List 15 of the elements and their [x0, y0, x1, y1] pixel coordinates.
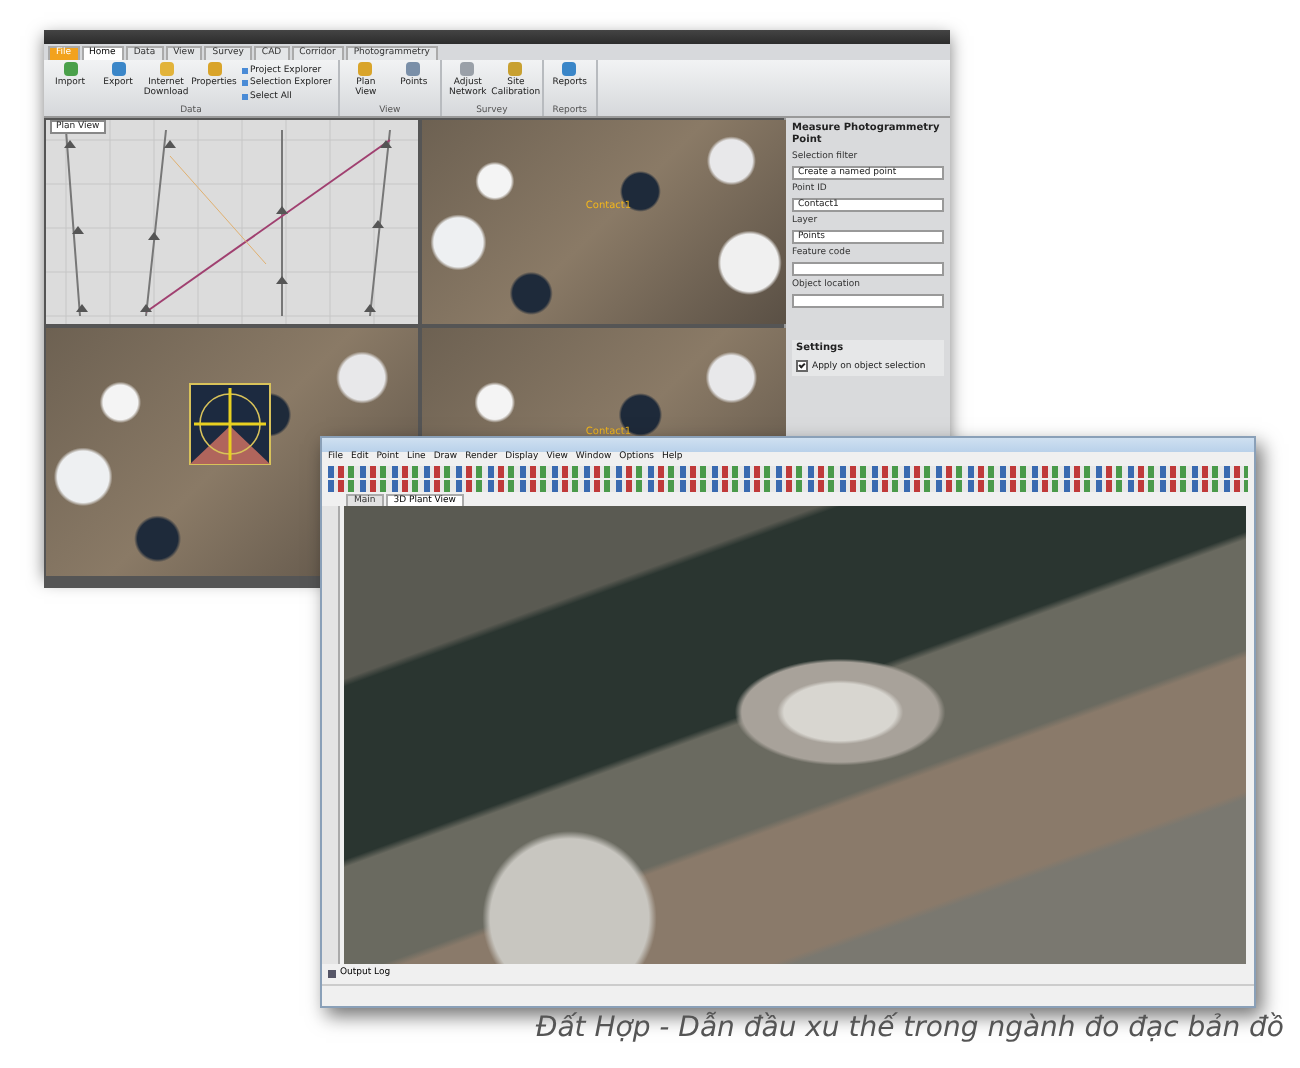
log-icon: [328, 970, 336, 978]
tool-icon: [508, 62, 523, 76]
tool-icon: [358, 62, 373, 76]
input-field[interactable]: [792, 294, 944, 309]
tool-icon: [460, 62, 475, 76]
tool-icon: [207, 62, 221, 76]
tool-icon: [159, 62, 173, 76]
crosshair-icon: [187, 382, 272, 467]
caption-text: Đất Hợp - Dẫn đầu xu thế trong ngành đo đạc bản đồ: [535, 1012, 1284, 1044]
tool-icon: [63, 62, 77, 76]
tool-icon: [406, 62, 421, 76]
tool-icon: [562, 62, 577, 76]
input-field[interactable]: [792, 262, 944, 277]
checkbox[interactable]: [796, 360, 808, 373]
tool-icon: [111, 62, 125, 76]
